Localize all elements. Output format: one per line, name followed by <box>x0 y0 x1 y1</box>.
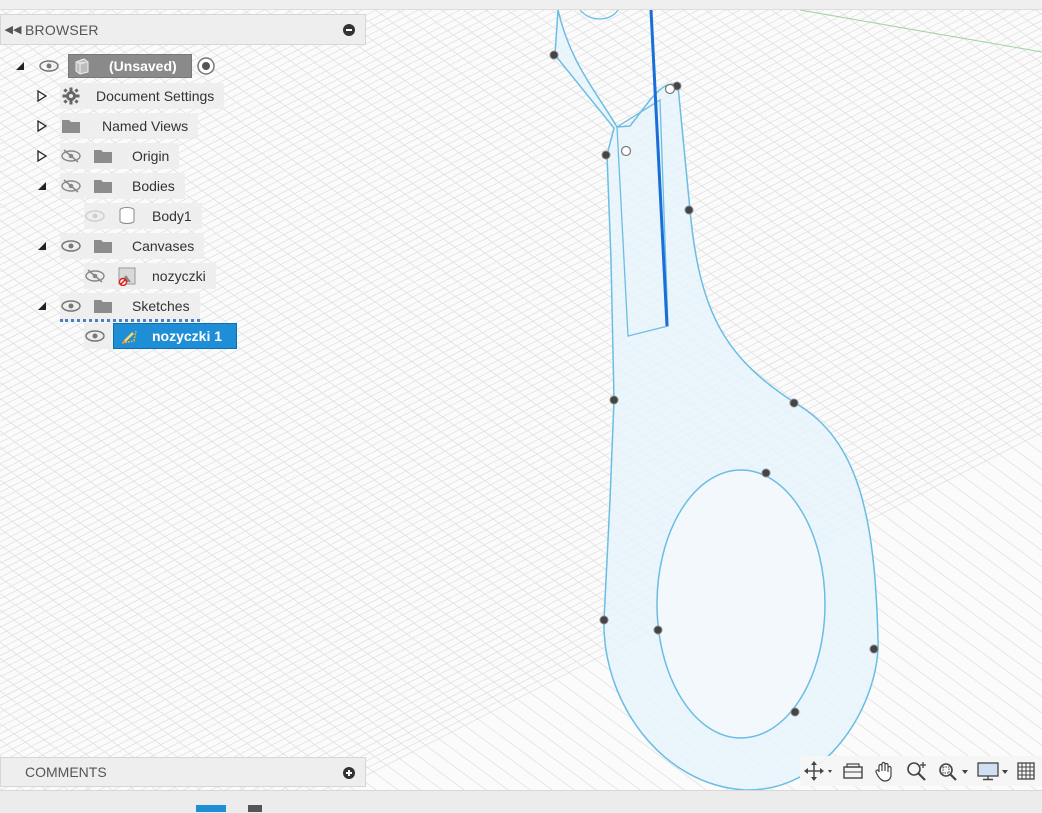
sketch-point <box>653 625 663 635</box>
eye-slash-icon[interactable] <box>60 145 82 167</box>
item-label: Canvases <box>132 238 195 254</box>
root-label: (Unsaved) <box>109 58 177 74</box>
sketch-point <box>549 50 559 60</box>
triangle-down-icon[interactable] <box>36 240 48 252</box>
sketch-point <box>599 615 609 625</box>
sketch-point <box>869 644 879 654</box>
folder-icon <box>92 295 114 317</box>
browser-item-document-settings[interactable]: Document Settings <box>60 83 225 109</box>
browser-item-origin[interactable]: Origin <box>60 143 180 169</box>
triangle-right-icon[interactable] <box>36 120 48 132</box>
box-icon <box>71 55 93 77</box>
timeline-marker[interactable] <box>248 805 262 812</box>
gear-icon <box>60 85 82 107</box>
minus-circle-icon[interactable] <box>343 24 355 36</box>
browser-item-body1[interactable]: Body1 <box>84 203 202 229</box>
browser-title: BROWSER <box>25 21 99 38</box>
triangle-down-icon[interactable] <box>36 180 48 192</box>
eye-slash-icon[interactable] <box>60 175 82 197</box>
radio-dot-icon[interactable] <box>195 55 217 77</box>
browser-item-canvases[interactable]: Canvases <box>60 233 205 259</box>
comments-header: COMMENTS <box>0 757 366 787</box>
browser-header: ◀◀ BROWSER <box>0 14 366 45</box>
sketch-point <box>601 150 611 160</box>
item-label: Origin <box>132 148 170 164</box>
browser-item-sketch-nozyczki-1[interactable]: nozyczki 1 <box>113 323 237 349</box>
item-label: nozyczki <box>152 268 206 284</box>
sketch-point <box>789 398 799 408</box>
item-label: Sketches <box>132 298 190 314</box>
folder-icon <box>92 235 114 257</box>
triangle-right-icon[interactable] <box>36 150 48 162</box>
sketch-open-point <box>664 83 676 95</box>
sketch-inner-ellipse <box>656 469 826 739</box>
pan-icon[interactable] <box>870 758 900 784</box>
triangle-down-icon[interactable] <box>14 60 26 72</box>
folder-icon <box>92 175 114 197</box>
navigation-toolbar <box>800 756 1042 786</box>
timeline-sketch-marker[interactable] <box>196 805 226 812</box>
item-label: nozyczki 1 <box>152 328 223 344</box>
eye-icon[interactable] <box>84 325 106 347</box>
browser-item-sketches[interactable]: Sketches <box>60 293 200 322</box>
browser-item-bodies[interactable]: Bodies <box>60 173 185 199</box>
triangle-right-icon[interactable] <box>36 90 48 102</box>
look-at-icon[interactable] <box>838 758 868 784</box>
item-label: Named Views <box>102 118 189 134</box>
display-settings-icon[interactable] <box>974 758 1012 784</box>
root-component[interactable]: (Unsaved) <box>68 54 192 78</box>
triangle-down-icon[interactable] <box>36 300 48 312</box>
fit-icon[interactable] <box>934 758 972 784</box>
sketch-point <box>761 468 771 478</box>
folder-icon <box>60 115 82 137</box>
sketch-point <box>684 205 694 215</box>
browser-item-canvas-nozyczki[interactable]: nozyczki <box>84 263 216 289</box>
grid-icon[interactable] <box>1014 758 1038 784</box>
eye-icon[interactable] <box>84 205 106 227</box>
plus-circle-icon[interactable] <box>343 767 355 779</box>
orbit-icon[interactable] <box>800 758 836 784</box>
double-chevron-left-icon[interactable]: ◀◀ <box>1 23 25 36</box>
image-icon <box>116 265 138 287</box>
sketch-point <box>609 395 619 405</box>
eye-icon[interactable] <box>60 295 82 317</box>
sketch-point <box>790 707 800 717</box>
item-label: Bodies <box>132 178 175 194</box>
zoom-icon[interactable] <box>902 758 932 784</box>
eye-icon[interactable] <box>38 55 60 77</box>
sketch-open-point <box>620 145 632 157</box>
axis-line-green <box>799 9 1042 53</box>
folder-icon <box>92 145 114 167</box>
cylinder-icon <box>116 205 138 227</box>
top-strip <box>0 0 1042 10</box>
timeline-bar <box>0 790 1042 813</box>
item-label: Body1 <box>152 208 192 224</box>
browser-item-named-views[interactable]: Named Views <box>60 113 199 139</box>
browser-item-sketch-eye-row <box>84 323 114 349</box>
comments-title: COMMENTS <box>25 764 107 780</box>
eye-icon[interactable] <box>60 235 82 257</box>
item-label: Document Settings <box>96 88 215 104</box>
sketch-icon <box>118 325 140 347</box>
eye-slash-icon[interactable] <box>84 265 106 287</box>
